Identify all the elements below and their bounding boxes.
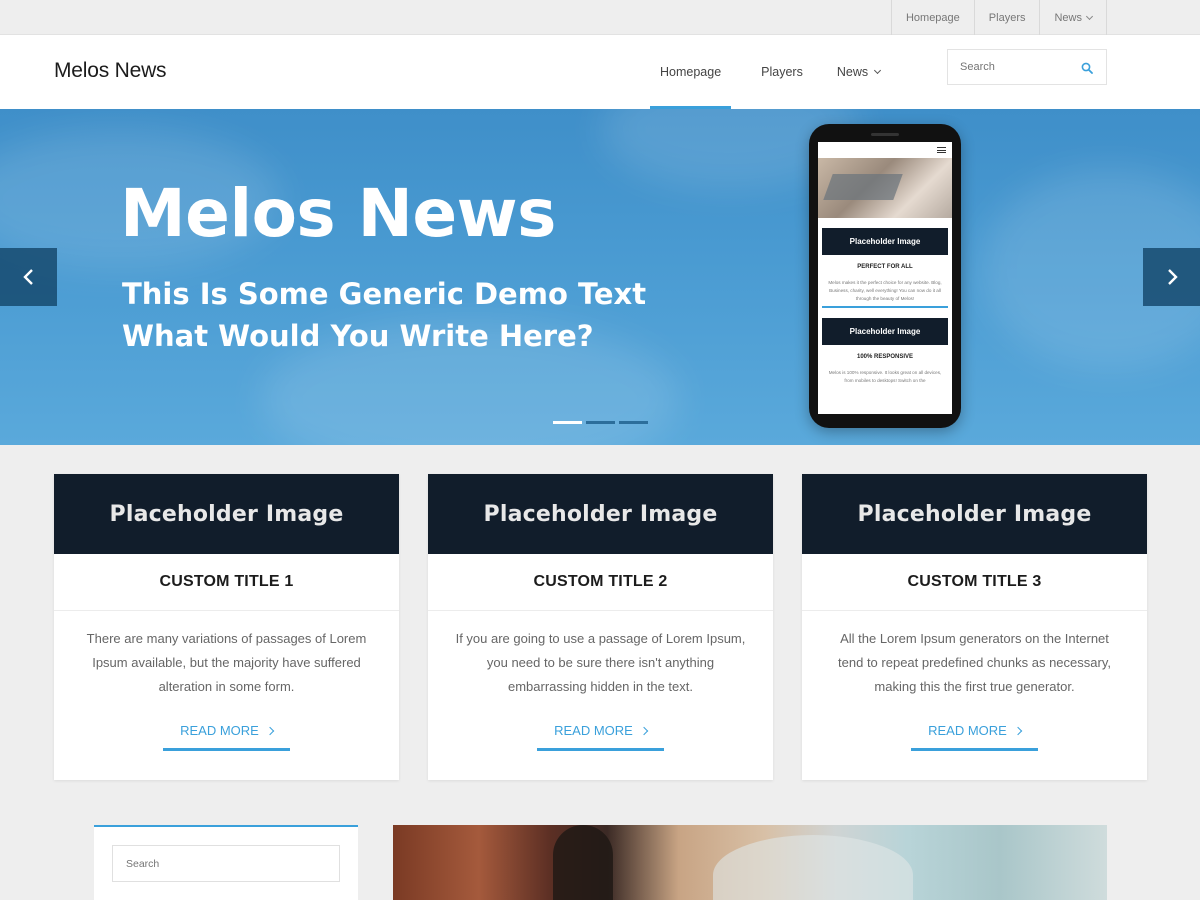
slider-prev-button[interactable]	[0, 248, 57, 306]
hamburger-icon	[937, 147, 946, 153]
chevron-right-icon	[639, 726, 649, 735]
slider-dot[interactable]	[553, 421, 582, 424]
nav-label: Homepage	[660, 65, 722, 79]
slider-pagination	[553, 421, 648, 424]
top-menu-homepage[interactable]: Homepage	[892, 0, 975, 35]
top-menu-news[interactable]: News	[1040, 0, 1107, 35]
card-text: If you are going to use a passage of Lor…	[455, 631, 746, 694]
hero-slider: Melos News This Is Some Generic Demo Tex…	[0, 109, 1200, 445]
card-image: Placeholder Image	[802, 474, 1147, 554]
read-more-label: READ MORE	[928, 723, 1007, 738]
hero-subtitle: This Is Some Generic Demo Text What Woul…	[122, 273, 646, 357]
image-detail	[553, 825, 613, 900]
nav-label: Players	[761, 65, 803, 79]
search-input[interactable]	[948, 61, 1078, 73]
read-more-button[interactable]: READ MORE	[537, 719, 664, 751]
nav-item-players[interactable]: Players	[741, 35, 813, 109]
phone-card-title: 100% RESPONSIVE	[856, 354, 914, 360]
phone-topbar	[818, 142, 952, 158]
feature-card: Placeholder Image CUSTOM TITLE 2 If you …	[428, 474, 773, 780]
sidebar-search-widget	[94, 825, 358, 900]
search-icon[interactable]	[1081, 62, 1093, 74]
phone-card-title: PERFECT FOR ALL	[857, 264, 913, 270]
phone-card-image: Placeholder Image	[822, 318, 948, 345]
nav-label: News	[836, 65, 869, 79]
phone-notch	[871, 133, 899, 136]
phone-mockup: Placeholder Image PERFECT FOR ALL Melos …	[809, 124, 961, 428]
chevron-left-icon	[22, 269, 33, 285]
feature-card: Placeholder Image CUSTOM TITLE 3 All the…	[802, 474, 1147, 780]
sidebar-search-input[interactable]	[112, 845, 340, 882]
phone-photo	[818, 158, 952, 218]
hero-title: Melos News	[120, 175, 556, 252]
phone-card-image: Placeholder Image	[822, 228, 948, 255]
card-image: Placeholder Image	[54, 474, 399, 554]
chevron-right-icon	[265, 726, 275, 735]
chevron-right-icon	[1013, 726, 1023, 735]
phone-card-text: Melos makes it the perfect choice for an…	[822, 279, 948, 308]
phone-card: Placeholder Image 100% RESPONSIVE Melos …	[818, 308, 952, 388]
slider-next-button[interactable]	[1143, 248, 1200, 306]
slider-dot[interactable]	[586, 421, 615, 424]
feature-card: Placeholder Image CUSTOM TITLE 1 There a…	[54, 474, 399, 780]
top-menu-label: Homepage	[905, 11, 960, 24]
nav-item-news[interactable]: News	[823, 35, 890, 109]
header-search	[947, 49, 1107, 85]
hero-subtitle-line: This Is Some Generic Demo Text	[122, 277, 647, 311]
card-image: Placeholder Image	[428, 474, 773, 554]
site-header: Melos News Homepage Players News	[0, 35, 1200, 109]
card-title: CUSTOM TITLE 3	[802, 554, 1147, 611]
chevron-down-icon	[874, 66, 882, 75]
top-menu-label: Players	[988, 11, 1026, 24]
card-text: There are many variations of passages of…	[86, 631, 367, 694]
chevron-right-icon	[1167, 269, 1178, 285]
main-nav: Homepage Players News	[650, 35, 900, 109]
read-more-label: READ MORE	[554, 723, 633, 738]
read-more-label: READ MORE	[180, 723, 259, 738]
site-title[interactable]: Melos News	[54, 59, 167, 83]
hero-subtitle-line: What Would You Write Here?	[122, 319, 594, 353]
read-more-button[interactable]: READ MORE	[163, 719, 290, 751]
top-menu: Homepage Players News	[890, 0, 1107, 35]
feature-cards: Placeholder Image CUSTOM TITLE 1 There a…	[54, 474, 1147, 780]
card-title: CUSTOM TITLE 2	[428, 554, 773, 611]
featured-post-image[interactable]	[393, 825, 1107, 900]
top-menu-players[interactable]: Players	[975, 0, 1041, 35]
card-title: CUSTOM TITLE 1	[54, 554, 399, 611]
nav-item-homepage[interactable]: Homepage	[650, 35, 732, 109]
card-text: All the Lorem Ipsum generators on the In…	[838, 631, 1111, 694]
image-detail	[713, 835, 913, 900]
phone-card: Placeholder Image PERFECT FOR ALL Melos …	[818, 218, 952, 308]
slider-dot[interactable]	[619, 421, 648, 424]
chevron-down-icon	[1085, 12, 1094, 20]
read-more-button[interactable]: READ MORE	[911, 719, 1038, 751]
phone-card-text: Melos is 100% responsive. It looks great…	[828, 370, 942, 383]
top-bar: Homepage Players News	[0, 0, 1200, 35]
top-menu-label: News	[1054, 11, 1082, 24]
phone-screen: Placeholder Image PERFECT FOR ALL Melos …	[818, 142, 952, 414]
